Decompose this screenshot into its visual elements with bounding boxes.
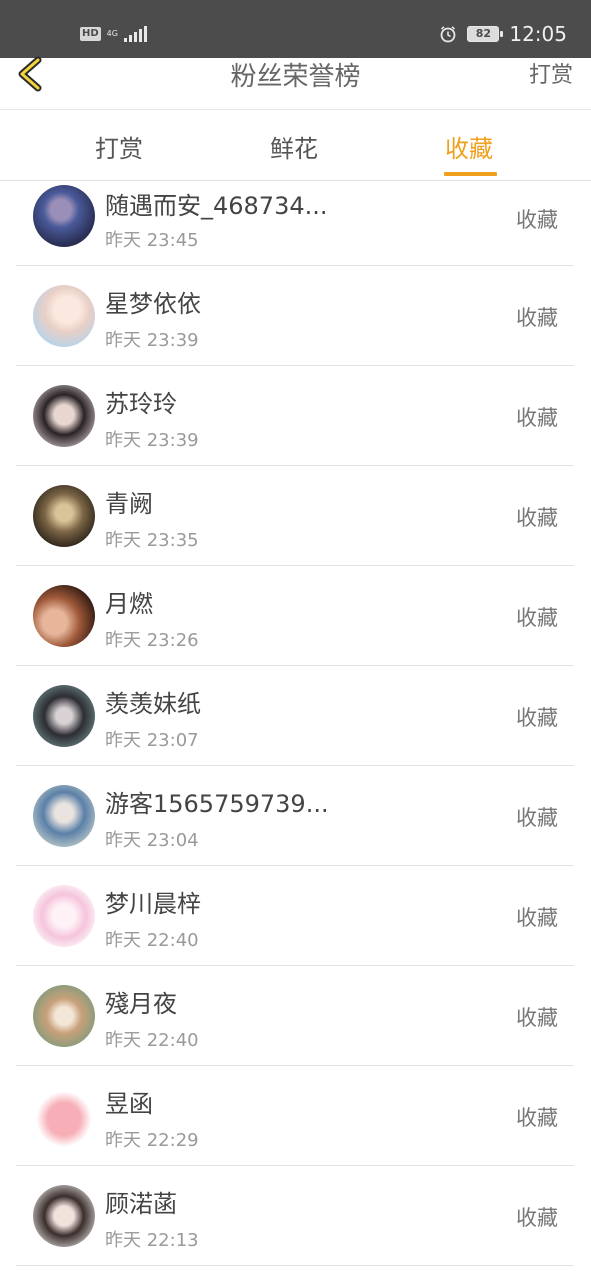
user-name: 昱函 — [105, 1090, 153, 1118]
avatar — [33, 685, 95, 747]
timestamp: 昨天 22:40 — [105, 930, 199, 951]
list-item[interactable]: 殘月夜 昨天 22:40 收藏 — [16, 966, 574, 1066]
user-name: 随遇而安_468734... — [105, 192, 328, 220]
avatar — [33, 885, 95, 947]
user-name: 殘月夜 — [105, 990, 177, 1018]
action-label: 收藏 — [516, 306, 558, 330]
action-label: 收藏 — [516, 208, 558, 232]
user-name: 苏玲玲 — [105, 390, 177, 418]
tab-flowers[interactable]: 鲜花 — [270, 129, 318, 164]
avatar — [33, 585, 95, 647]
status-left: HD 4G — [80, 26, 147, 42]
avatar — [33, 1085, 95, 1147]
action-label: 收藏 — [516, 1006, 558, 1030]
timestamp: 昨天 23:07 — [105, 730, 199, 751]
user-name: 梦川晨梓 — [105, 890, 201, 918]
action-label: 收藏 — [516, 806, 558, 830]
avatar — [33, 385, 95, 447]
action-label: 收藏 — [516, 506, 558, 530]
active-tab-indicator — [444, 172, 497, 176]
avatar — [33, 485, 95, 547]
nav-bar: 粉丝荣誉榜 打赏 — [0, 56, 591, 110]
list-item[interactable]: 星梦依依 昨天 23:39 收藏 — [16, 266, 574, 366]
action-label: 收藏 — [516, 906, 558, 930]
avatar — [33, 985, 95, 1047]
timestamp: 昨天 22:40 — [105, 1030, 199, 1051]
timestamp: 昨天 22:29 — [105, 1130, 199, 1151]
list-item[interactable]: 随遇而安_468734... 昨天 23:45 收藏 — [16, 182, 574, 266]
battery-icon: 82 — [467, 26, 504, 42]
action-label: 收藏 — [516, 1206, 558, 1230]
action-label: 收藏 — [516, 706, 558, 730]
timestamp: 昨天 23:39 — [105, 330, 199, 351]
alarm-icon — [440, 26, 456, 43]
avatar — [33, 185, 95, 247]
avatar — [33, 1185, 95, 1247]
list-item[interactable]: 游客1565759739... 昨天 23:04 收藏 — [16, 766, 574, 866]
status-bar: HD 4G 82 12:05 — [0, 0, 591, 58]
timestamp: 昨天 23:26 — [105, 630, 199, 651]
list-item[interactable]: 月燃 昨天 23:26 收藏 — [16, 566, 574, 666]
list-item[interactable]: 梦川晨梓 昨天 22:40 收藏 — [16, 866, 574, 966]
status-right: 82 12:05 — [439, 22, 567, 46]
list-item[interactable]: 顾渃菡 昨天 22:13 收藏 — [16, 1166, 574, 1266]
reward-button[interactable]: 打赏 — [529, 58, 573, 94]
list-item[interactable]: 苏玲玲 昨天 23:39 收藏 — [16, 366, 574, 466]
fan-list: 随遇而安_468734... 昨天 23:45 收藏 星梦依依 昨天 23:39… — [16, 182, 574, 1266]
timestamp: 昨天 23:04 — [105, 830, 199, 851]
timestamp: 昨天 23:45 — [105, 230, 199, 251]
user-name: 青阙 — [105, 490, 153, 518]
action-label: 收藏 — [516, 606, 558, 630]
tab-reward[interactable]: 打赏 — [95, 129, 143, 164]
user-name: 星梦依依 — [105, 290, 201, 318]
avatar — [33, 285, 95, 347]
action-label: 收藏 — [516, 1106, 558, 1130]
timestamp: 昨天 23:39 — [105, 430, 199, 451]
tab-favorites[interactable]: 收藏 — [445, 129, 493, 164]
user-name: 月燃 — [105, 590, 153, 618]
tab-bar: 打赏 鲜花 收藏 — [0, 111, 591, 181]
page-title: 粉丝荣誉榜 — [230, 62, 361, 92]
timestamp: 昨天 22:13 — [105, 1230, 199, 1251]
list-item[interactable]: 羡羡妹纸 昨天 23:07 收藏 — [16, 666, 574, 766]
hd-badge: HD — [80, 27, 101, 41]
user-name: 顾渃菡 — [105, 1190, 177, 1218]
action-label: 收藏 — [516, 406, 558, 430]
list-item[interactable]: 昱函 昨天 22:29 收藏 — [16, 1066, 574, 1166]
network-type: 4G — [106, 29, 118, 38]
user-name: 游客1565759739... — [105, 790, 329, 818]
avatar — [33, 785, 95, 847]
timestamp: 昨天 23:35 — [105, 530, 199, 551]
status-time: 12:05 — [509, 22, 567, 46]
signal-icon — [123, 26, 147, 42]
user-name: 羡羡妹纸 — [105, 690, 201, 718]
list-item[interactable]: 青阙 昨天 23:35 收藏 — [16, 466, 574, 566]
